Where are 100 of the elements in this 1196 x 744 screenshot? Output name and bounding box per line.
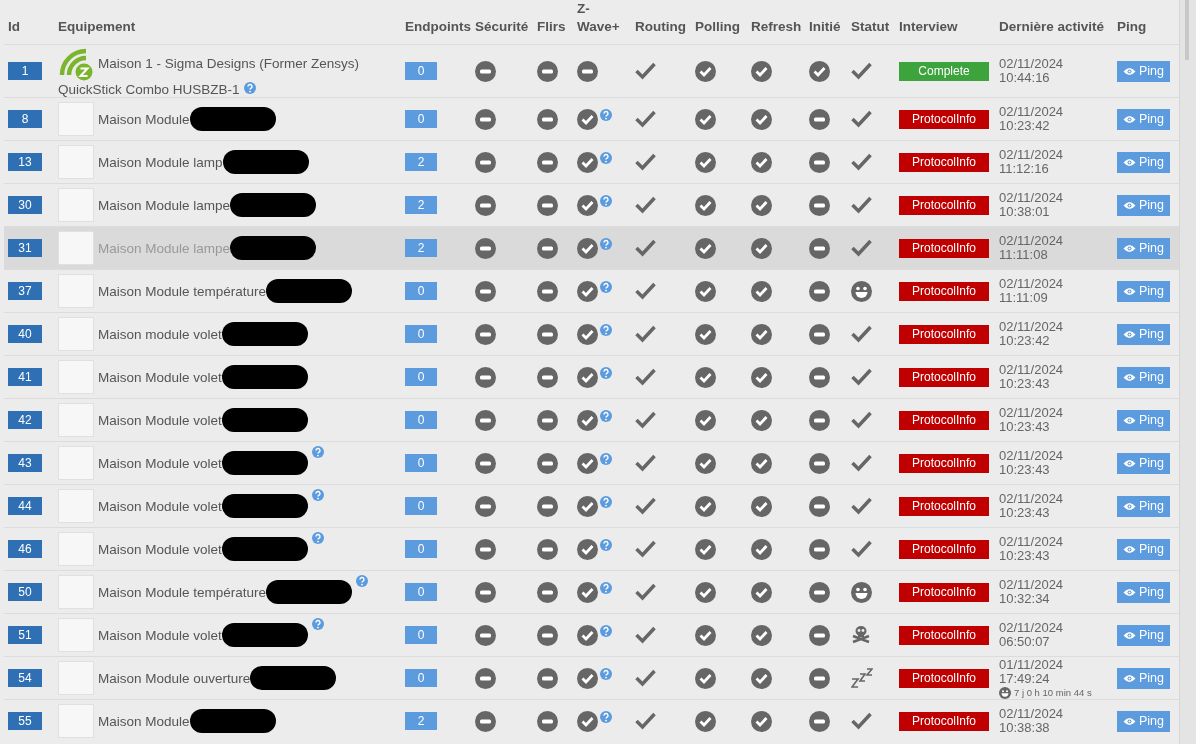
help-icon[interactable] xyxy=(311,489,324,501)
help-icon[interactable] xyxy=(600,409,612,422)
time-text: 06:50:07 xyxy=(999,635,1051,649)
help-icon[interactable] xyxy=(311,618,324,630)
time-text: 11:11:08 xyxy=(999,248,1049,262)
interview-status-badge: ProtocolInfo xyxy=(899,195,989,215)
id-badge: 55 xyxy=(8,712,42,730)
device-name[interactable]: Maison Module xyxy=(98,111,190,127)
eye-icon xyxy=(1123,673,1136,683)
column-header[interactable]: Initié xyxy=(809,19,841,34)
time-text: 10:23:43 xyxy=(999,549,1051,563)
date-text: 02/11/2024 xyxy=(999,535,1065,549)
eye-icon xyxy=(1123,716,1136,726)
id-badge: 31 xyxy=(8,239,42,257)
column-header[interactable]: Interview xyxy=(899,19,958,34)
id-badge: 51 xyxy=(8,626,42,644)
help-icon[interactable] xyxy=(600,581,612,594)
device-name[interactable]: Maison Module température xyxy=(98,584,267,600)
device-model: QuickStick Combo HUSBZB-1 xyxy=(58,82,240,97)
help-icon[interactable] xyxy=(600,108,612,121)
device-name[interactable]: Maison Module xyxy=(98,713,190,729)
interview-status-badge: ProtocolInfo xyxy=(899,668,989,688)
eye-icon xyxy=(1123,286,1136,296)
eye-icon xyxy=(1123,372,1136,382)
interview-status-badge: ProtocolInfo xyxy=(899,582,989,602)
device-name[interactable]: Maison Module volet xyxy=(98,541,222,557)
interview-status-badge: ProtocolInfo xyxy=(899,711,989,731)
endpoints-badge: 0 xyxy=(405,411,437,429)
endpoints-badge: 0 xyxy=(405,497,437,515)
column-header[interactable]: Routing xyxy=(635,19,686,34)
id-badge: 50 xyxy=(8,583,42,601)
endpoints-badge: 0 xyxy=(405,540,437,558)
help-icon[interactable] xyxy=(600,151,612,164)
id-badge: 37 xyxy=(8,282,42,300)
column-header[interactable]: Polling xyxy=(695,19,740,34)
device-name[interactable]: Maison Module volet xyxy=(98,498,222,514)
help-icon[interactable] xyxy=(600,237,612,250)
endpoints-badge: 2 xyxy=(405,239,437,257)
device-name[interactable]: Maison module volet xyxy=(98,326,222,342)
help-icon[interactable] xyxy=(356,575,369,587)
interview-status-badge: ProtocolInfo xyxy=(899,324,989,344)
eye-icon xyxy=(1123,66,1136,76)
time-text: 10:44:16 xyxy=(999,71,1051,85)
date-text: 02/11/2024 xyxy=(999,492,1065,506)
column-header[interactable]: Ping xyxy=(1117,19,1147,34)
smiley-icon xyxy=(999,686,1011,699)
device-name[interactable]: Maison Module volet xyxy=(98,412,222,428)
column-header[interactable]: Endpoints xyxy=(405,19,471,34)
endpoints-badge: 0 xyxy=(405,282,437,300)
column-header[interactable]: Id xyxy=(8,19,20,34)
eye-icon xyxy=(1123,544,1136,554)
help-icon[interactable] xyxy=(600,194,612,207)
help-icon[interactable] xyxy=(600,366,612,379)
time-text: 11:11:09 xyxy=(999,291,1049,305)
time-text: 10:23:42 xyxy=(999,119,1051,133)
help-icon[interactable] xyxy=(600,667,612,680)
eye-icon xyxy=(1123,243,1136,253)
column-header[interactable]: Equipement xyxy=(58,19,136,34)
device-name[interactable]: Maison Module ouverture xyxy=(98,670,251,686)
help-icon[interactable] xyxy=(600,624,612,637)
interview-status-badge: ProtocolInfo xyxy=(899,367,989,387)
column-header[interactable]: Dernière activité xyxy=(999,19,1105,34)
help-icon[interactable] xyxy=(600,710,612,723)
help-icon[interactable] xyxy=(600,495,612,508)
column-header[interactable]: Refresh xyxy=(751,19,802,34)
uptime-text: 7 j 0 h 10 min 44 s xyxy=(1014,687,1092,698)
scrollbar[interactable] xyxy=(1179,0,1196,744)
time-text: 10:23:43 xyxy=(999,377,1051,391)
endpoints-badge: 2 xyxy=(405,196,437,214)
endpoints-badge: 0 xyxy=(405,368,437,386)
device-name[interactable]: Maison Module lamp xyxy=(98,154,223,170)
id-badge: 8 xyxy=(8,110,42,128)
help-icon[interactable] xyxy=(243,82,256,94)
help-icon[interactable] xyxy=(600,452,612,465)
help-icon[interactable] xyxy=(311,446,324,458)
help-icon[interactable] xyxy=(600,538,612,551)
interview-status-badge: ProtocolInfo xyxy=(899,410,989,430)
id-badge: 41 xyxy=(8,368,42,386)
help-icon[interactable] xyxy=(311,532,324,544)
date-text: 02/11/2024 xyxy=(999,105,1065,119)
device-name[interactable]: Maison Module volet xyxy=(98,369,222,385)
column-header[interactable]: Flirs xyxy=(537,19,566,34)
device-name[interactable]: Maison Module volet xyxy=(98,627,222,643)
device-name[interactable]: Maison Module lampe xyxy=(98,197,231,213)
device-name[interactable]: Maison Module température xyxy=(98,283,267,299)
column-header[interactable]: Sécurité xyxy=(475,19,529,34)
id-badge: 42 xyxy=(8,411,42,429)
id-badge: 44 xyxy=(8,497,42,515)
id-badge: 46 xyxy=(8,540,42,558)
endpoints-badge: 0 xyxy=(405,110,437,128)
column-header[interactable]: Z-Wave+ xyxy=(577,0,627,36)
column-header[interactable]: Statut xyxy=(851,19,890,34)
id-badge: 13 xyxy=(8,153,42,171)
id-badge: 43 xyxy=(8,454,42,472)
date-text: 02/11/2024 xyxy=(999,363,1065,377)
device-name[interactable]: Maison Module volet xyxy=(98,455,222,471)
endpoints-badge: 2 xyxy=(405,153,437,171)
help-icon[interactable] xyxy=(600,323,612,336)
device-name[interactable]: Maison 1 - Sigma Designs (Former Zensys) xyxy=(98,55,360,71)
help-icon[interactable] xyxy=(600,280,612,293)
